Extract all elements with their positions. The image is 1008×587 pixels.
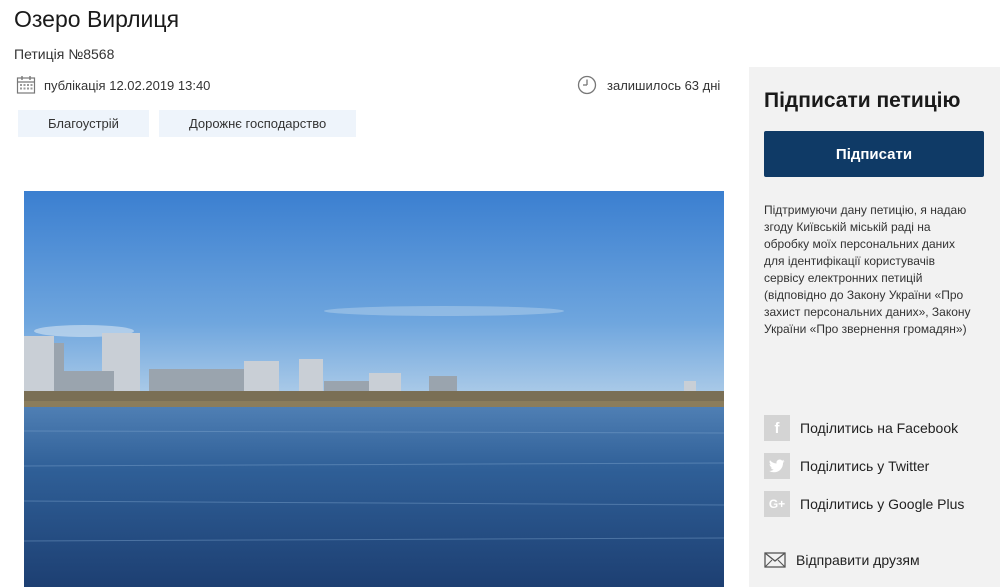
share-twitter-label: Поділитись у Twitter [800,458,930,474]
sign-panel-title: Підписати петицію [764,89,961,112]
share-google-label: Поділитись у Google Plus [800,496,965,512]
facebook-icon: f [764,415,790,441]
category-tags: Благоустрій Дорожнє господарство [18,110,357,137]
sign-panel: Підписати петицію Підписати Підтримуючи … [749,67,1000,587]
send-to-friends-label: Відправити друзям [796,552,920,568]
publication-date-text: публікація 12.02.2019 13:40 [44,77,211,93]
share-facebook[interactable]: f Поділитись на Facebook [764,415,958,441]
sign-button[interactable]: Підписати [764,131,984,177]
share-google-plus[interactable]: G+ Поділитись у Google Plus [764,491,964,517]
consent-text: Підтримуючи дану петицію, я надаю згоду … [764,203,971,336]
google-plus-icon: G+ [764,491,790,517]
tag-landscaping[interactable]: Благоустрій [18,110,149,137]
twitter-icon [764,453,790,479]
time-remaining-text: залишилось 63 дні [607,77,721,93]
time-remaining: залишилось 63 дні [577,75,720,95]
share-twitter[interactable]: Поділитись у Twitter [764,453,929,479]
petition-number: Петиція №8568 [14,46,115,62]
petition-photo [24,191,724,587]
share-facebook-label: Поділитись на Facebook [800,420,959,436]
calendar-icon [16,75,36,95]
clock-icon [577,75,597,95]
publication-date: публікація 12.02.2019 13:40 [16,75,210,95]
envelope-icon [764,552,786,568]
tag-roads[interactable]: Дорожнє господарство [158,110,357,137]
petition-title: Озеро Вирлиця [14,6,180,32]
send-to-friends[interactable]: Відправити друзям [764,552,920,568]
